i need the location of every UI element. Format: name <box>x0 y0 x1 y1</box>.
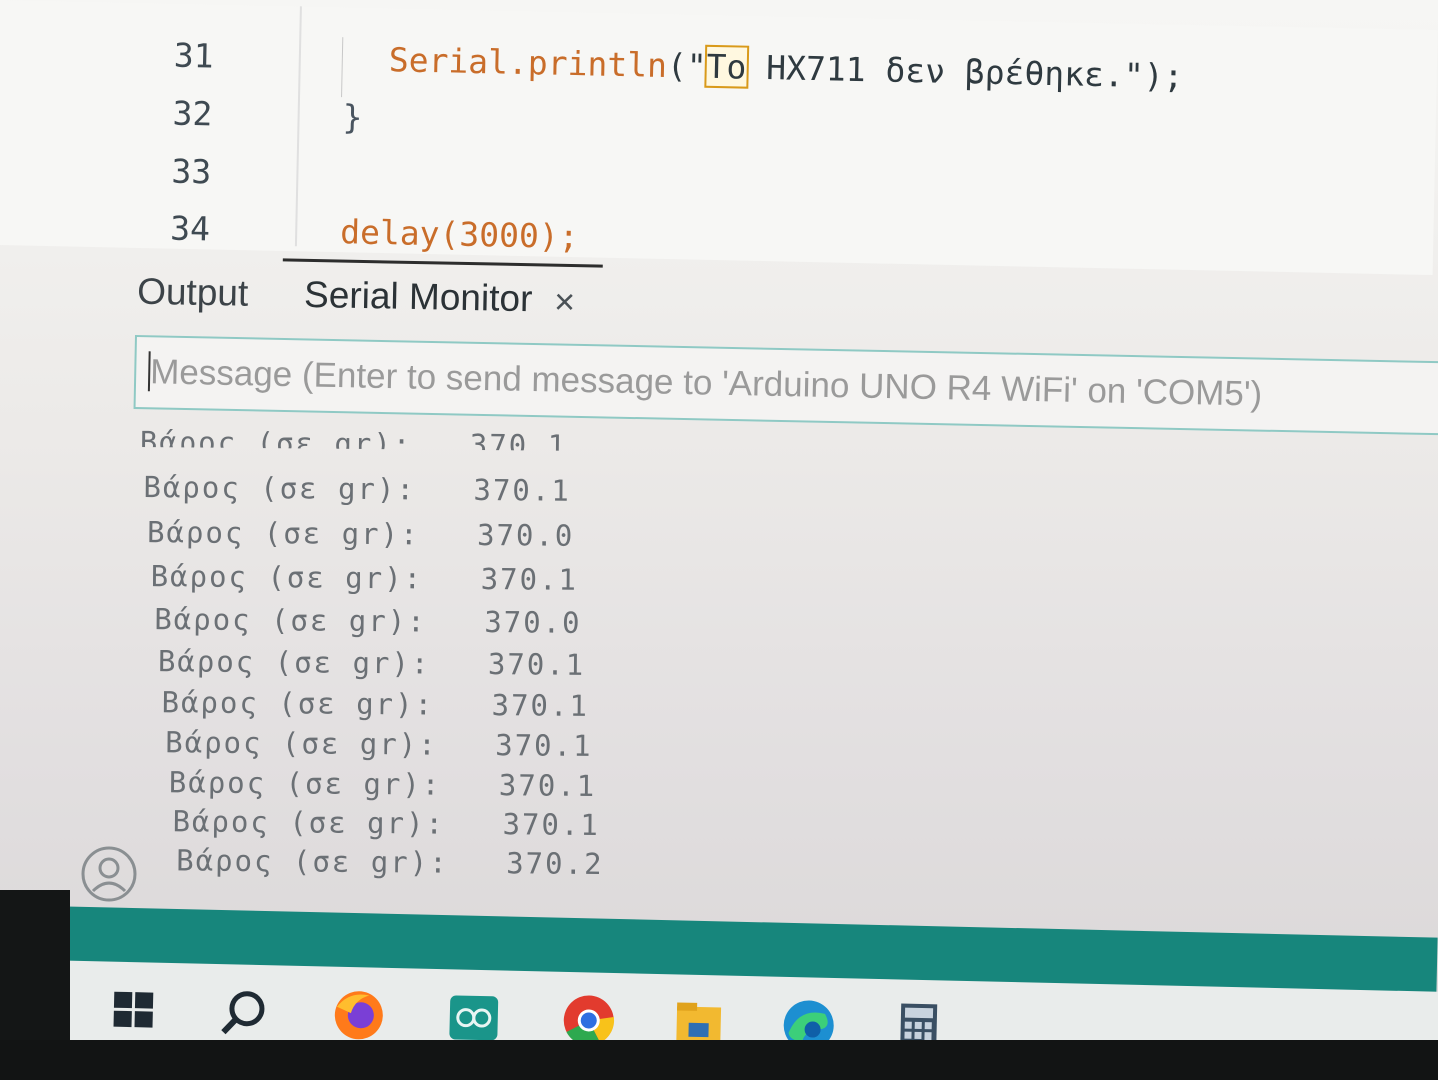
search-icon[interactable] <box>213 984 274 1041</box>
tab-serial-monitor[interactable]: Serial Monitor <box>304 274 533 320</box>
serial-value: 370.1 <box>502 807 600 843</box>
tab-output[interactable]: Output <box>137 271 249 315</box>
serial-label: Βάρος (σε gr): <box>150 559 424 596</box>
screen: 31 Serial.println("To HX711 δεν βρέθηκε.… <box>0 0 1438 1080</box>
windows-start-icon[interactable] <box>103 981 164 1038</box>
serial-value: 370.0 <box>484 605 582 640</box>
serial-value: 370.0 <box>476 517 575 553</box>
serial-label: Βάρος (σε gr): <box>157 644 431 681</box>
serial-label: Βάρος (σε gr): <box>176 843 449 880</box>
selected-text: To <box>704 44 749 89</box>
serial-row: Βάρος (σε gr): 370.2 <box>176 843 604 887</box>
code-text[interactable]: } <box>342 97 363 136</box>
gutter-divider <box>294 6 302 247</box>
close-icon[interactable]: × <box>554 281 576 323</box>
code-text[interactable]: delay(3000); <box>340 212 579 256</box>
serial-label: Βάρος (σε gr): <box>146 515 420 552</box>
monitor-bezel <box>0 1040 1438 1080</box>
serial-row: Βάρος (σε gr): 370.1 <box>150 559 579 603</box>
code-paren: (" <box>666 45 708 86</box>
serial-label: Βάρος (σε gr): <box>154 602 427 639</box>
serial-row: Βάρος (σε gr): 370.1 <box>143 470 571 514</box>
serial-label: Βάρος (σε gr): <box>165 725 438 762</box>
serial-label: Βάρος (σε gr): <box>143 470 417 507</box>
serial-label: Βάρος (σε gr): <box>161 685 435 722</box>
serial-label: Βάρος (σε gr): <box>172 804 446 841</box>
serial-label: Βάρος (σε gr): <box>168 765 442 802</box>
line-number: 31 <box>173 35 215 76</box>
serial-value: 370.1 <box>487 647 586 682</box>
code-text[interactable]: Serial.println("To HX711 δεν βρέθηκε."); <box>388 40 1183 96</box>
serial-row: Βάρος (σε gr): 370.1 <box>161 685 589 729</box>
serial-row: Βάρος (σε gr): 370.1 <box>172 804 600 848</box>
serial-value: 370.1 <box>473 472 571 508</box>
serial-value: 370.1 <box>491 688 590 723</box>
user-profile-icon[interactable] <box>80 845 138 903</box>
serial-row: Βάρος (σε gr): 370.0 <box>147 515 575 559</box>
line-number: 32 <box>172 93 213 134</box>
serial-row: Βάρος (σε gr): 370.1 <box>140 425 567 451</box>
indent-guide <box>341 37 344 98</box>
line-number: 33 <box>171 151 212 192</box>
editor-divider <box>282 258 603 268</box>
serial-value: 370.2 <box>506 846 604 882</box>
serial-row: Βάρος (σε gr): 370.1 <box>165 725 593 769</box>
serial-row: Βάρος (σε gr): 370.1 <box>158 644 586 688</box>
arduino-ide-icon[interactable] <box>443 989 504 1046</box>
code-call: Serial.println <box>388 40 668 85</box>
serial-value: 370.1 <box>469 427 568 451</box>
serial-label: Βάρος (σε gr): <box>139 425 413 451</box>
line-number: 34 <box>169 208 211 249</box>
serial-value: 370.1 <box>480 561 579 597</box>
serial-row: Βάρος (σε gr): 370.0 <box>154 602 582 646</box>
code-editor[interactable]: 31 Serial.println("To HX711 δεν βρέθηκε.… <box>0 0 1438 276</box>
serial-message-input[interactable] <box>147 347 1438 424</box>
code-string: HX711 δεν βρέθηκε."); <box>746 47 1184 96</box>
serial-row: Βάρος (σε gr): 370.1 <box>169 765 597 809</box>
serial-value: 370.1 <box>498 768 597 803</box>
serial-value: 370.1 <box>495 728 593 763</box>
firefox-icon[interactable] <box>328 987 389 1044</box>
serial-output: Βάρος (σε gr): 370.1 Βάρος (σε gr): 370.1 … <box>136 425 840 901</box>
